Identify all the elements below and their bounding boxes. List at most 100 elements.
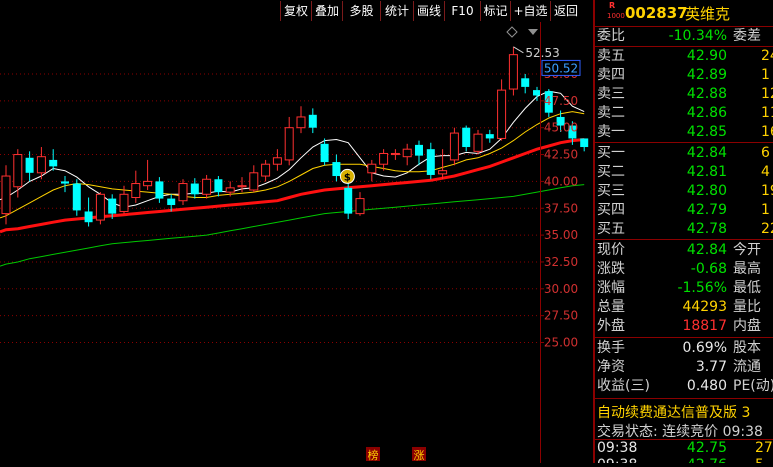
candle-body bbox=[190, 183, 199, 195]
diamond-icon bbox=[506, 26, 518, 38]
candle-body bbox=[533, 90, 541, 96]
kline-chart[interactable]: 50.0047.5045.0042.5040.0037.5035.0032.50… bbox=[0, 22, 593, 463]
ask-volume: 1 bbox=[761, 67, 770, 83]
stat-row: 涨跌 -0.68 最高 bbox=[595, 260, 773, 278]
stock-name[interactable]: 英维克 bbox=[685, 3, 730, 24]
candle-body bbox=[237, 185, 247, 188]
stock-code[interactable]: 002837 bbox=[625, 4, 688, 22]
toolbar-button-7[interactable]: +自选 bbox=[510, 1, 550, 21]
ad-ticker[interactable]: 自动续费通达信普及版 3 bbox=[597, 402, 750, 422]
axis-tick-label: 25.00 bbox=[544, 336, 578, 350]
rights-logo: R bbox=[609, 1, 616, 10]
candle-body bbox=[72, 183, 81, 211]
ask-row: 卖四 42.89 1 bbox=[595, 66, 773, 84]
ask-label: 卖三 bbox=[597, 86, 625, 102]
candle-body bbox=[272, 157, 282, 165]
ask-price: 42.88 bbox=[686, 86, 727, 102]
candle-body bbox=[143, 180, 153, 187]
axis-tick-label: 42.50 bbox=[544, 148, 578, 162]
candle-body bbox=[521, 78, 530, 87]
ask-volume: 16 bbox=[761, 124, 773, 140]
candle-body bbox=[332, 162, 341, 177]
candle-body bbox=[202, 178, 212, 195]
candle-body bbox=[449, 132, 459, 161]
toolbar-button-4[interactable]: 画线 bbox=[413, 1, 444, 21]
tick-price: 42.75 bbox=[686, 440, 727, 456]
candle-body bbox=[355, 198, 365, 215]
stat2-label: 收益(三) bbox=[597, 378, 650, 394]
bid-label: 买一 bbox=[597, 145, 625, 161]
toolbar-button-6[interactable]: 标记 bbox=[480, 1, 510, 21]
bid-volume: 22 bbox=[761, 221, 773, 237]
axis-tick-label: 47.50 bbox=[544, 94, 578, 108]
weibi-value: -10.34% bbox=[668, 28, 727, 44]
candle-body bbox=[473, 133, 483, 152]
tick-time: 09:38 bbox=[597, 457, 637, 463]
ask-row: 卖一 42.85 16 bbox=[595, 123, 773, 141]
ask-price: 42.90 bbox=[686, 48, 727, 64]
stat-value: -0.68 bbox=[690, 261, 727, 277]
ask-row: 卖三 42.88 12 bbox=[595, 85, 773, 103]
bid-label: 买二 bbox=[597, 164, 625, 180]
candle-body bbox=[36, 156, 46, 174]
ask-price: 42.89 bbox=[686, 67, 727, 83]
stat2-value: 3.77 bbox=[695, 359, 727, 375]
toolbar-button-1[interactable]: 叠加 bbox=[311, 1, 342, 21]
candle-body bbox=[261, 163, 271, 177]
candle-body bbox=[249, 172, 259, 191]
ask-label: 卖四 bbox=[597, 67, 625, 83]
quote-header: R 1000 002837 英维克 bbox=[595, 0, 773, 26]
candle-body bbox=[438, 170, 448, 175]
toolbar-button-3[interactable]: 统计 bbox=[380, 1, 413, 21]
candle-body bbox=[155, 181, 164, 199]
divider bbox=[595, 398, 773, 399]
tick-volume: 27 bbox=[755, 440, 773, 456]
bid-volume: 1 bbox=[761, 202, 770, 218]
bid-row: 买五 42.78 22 bbox=[595, 220, 773, 238]
stat2-label-2: 流通 bbox=[733, 359, 761, 375]
toolbar-button-0[interactable]: 复权 bbox=[280, 1, 311, 21]
candle-body bbox=[415, 144, 423, 156]
candle-body bbox=[308, 114, 317, 128]
stat-label-2: 内盘 bbox=[733, 318, 761, 334]
stat-label-2: 今开 bbox=[733, 242, 761, 258]
bid-label: 买五 bbox=[597, 221, 625, 237]
candle-body bbox=[390, 152, 400, 156]
bid-volume: 4 bbox=[761, 164, 770, 180]
axis-tick-label: 37.50 bbox=[544, 201, 578, 215]
axis-tick-label: 45.00 bbox=[544, 121, 578, 135]
candle-body bbox=[119, 193, 129, 212]
bid-price: 42.81 bbox=[686, 164, 727, 180]
ask-row: 卖二 42.86 11 bbox=[595, 104, 773, 122]
chart-grid bbox=[0, 73, 540, 343]
stat-value: 44293 bbox=[682, 299, 727, 315]
candle-body bbox=[13, 154, 23, 188]
stat-value: 18817 bbox=[682, 318, 727, 334]
candle-body bbox=[95, 193, 105, 221]
weibi-label: 委比 bbox=[597, 28, 625, 44]
toolbar-button-2[interactable]: 多股 bbox=[342, 1, 380, 21]
candle-body bbox=[84, 211, 93, 223]
stat-value: -1.56% bbox=[677, 280, 727, 296]
bid-row: 买二 42.81 4 bbox=[595, 163, 773, 181]
kline-chart-svg[interactable]: 50.0047.5045.0042.5040.0037.5035.0032.50… bbox=[0, 22, 593, 463]
bang-marker-label: 榜 bbox=[368, 448, 379, 462]
tick-row: 09:38 42.75 27 bbox=[595, 440, 773, 456]
stat-label: 总量 bbox=[597, 299, 625, 315]
stat-label: 现价 bbox=[597, 242, 625, 258]
stat-label: 涨跌 bbox=[597, 261, 625, 277]
candle-body bbox=[284, 127, 294, 161]
candle-body bbox=[320, 143, 329, 163]
bid-row: 买一 42.84 6 bbox=[595, 144, 773, 162]
axis-tick-label: 30.00 bbox=[544, 282, 578, 296]
candle-body bbox=[402, 148, 412, 158]
candle-body bbox=[167, 198, 176, 206]
toolbar-button-8[interactable]: 返回 bbox=[550, 1, 581, 21]
candle-body bbox=[462, 127, 471, 148]
stat-row: 现价 42.84 今开 bbox=[595, 241, 773, 259]
stat2-label-2: PE(动) bbox=[733, 378, 773, 394]
stat-label: 外盘 bbox=[597, 318, 625, 334]
ask-row: 卖五 42.90 24 bbox=[595, 47, 773, 65]
toolbar-button-5[interactable]: F10 bbox=[444, 1, 480, 21]
stat-label-2: 最低 bbox=[733, 280, 761, 296]
